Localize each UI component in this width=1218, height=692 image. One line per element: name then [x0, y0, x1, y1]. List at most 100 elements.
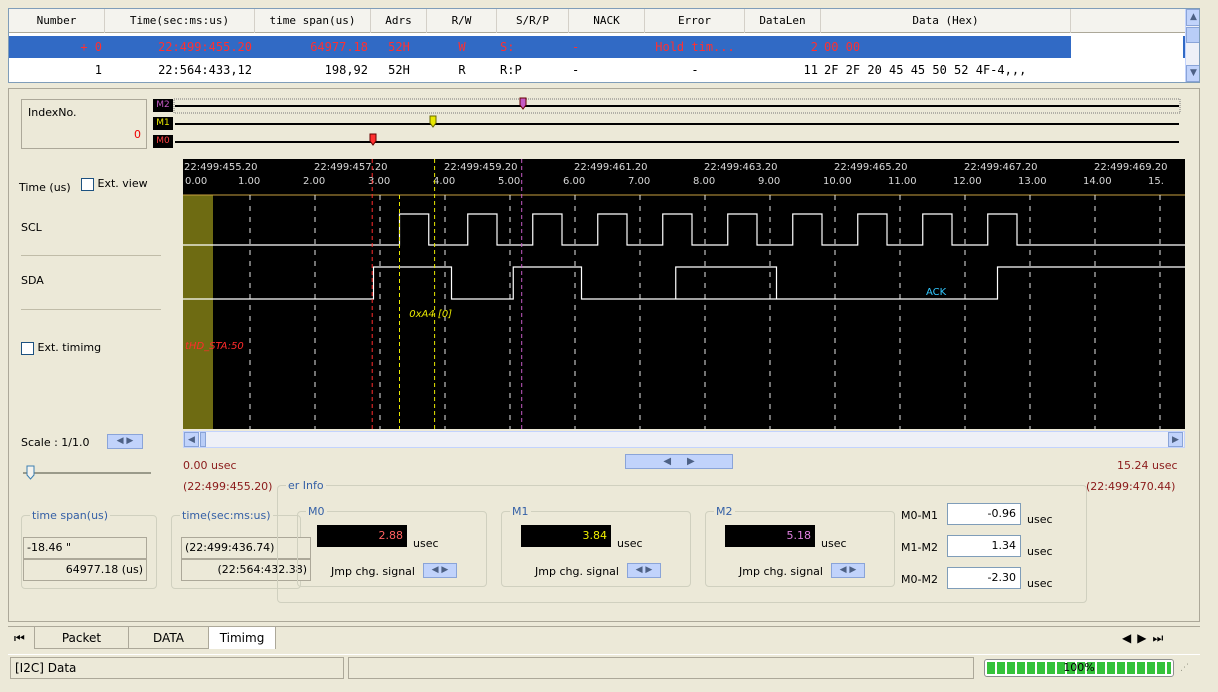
scale-label: Scale : 1/1.0: [21, 436, 90, 449]
sda-waveform-segment: [675, 266, 778, 299]
tab-bar: ⏮ Packet DATA Timimg ◀▶⏭: [8, 626, 1200, 650]
column-header[interactable]: DataLen: [745, 9, 821, 33]
column-header[interactable]: S/R/P: [497, 9, 569, 33]
m1-value: 3.84: [521, 525, 611, 547]
tick-label: 5.00: [498, 176, 520, 187]
waveform-canvas[interactable]: 22:499:455.20 22:499:457.20 22:499:459.20 2…: [183, 159, 1185, 429]
table-cell: 2: [810, 40, 818, 54]
wave-scroll-thumb[interactable]: [200, 432, 206, 447]
marker-m2-label[interactable]: M2: [153, 99, 173, 112]
scroll-right-icon[interactable]: ▶: [1168, 432, 1183, 447]
table-cell: 22:564:433,12: [158, 63, 252, 77]
pan-buttons[interactable]: ◀ ▶: [625, 454, 733, 469]
tick-label: 6.00: [563, 176, 585, 187]
top-time-label: 22:499:467.20: [964, 162, 1038, 173]
range-start-ts: (22:499:455.20): [183, 480, 273, 493]
table-vscrollbar[interactable]: ▲ ▼: [1185, 9, 1199, 82]
resize-grip-icon[interactable]: ⋰: [1180, 663, 1189, 673]
column-header[interactable]: Data (Hex): [821, 9, 1071, 33]
column-header[interactable]: R/W: [427, 9, 497, 33]
time-span-value-1: -18.46 ": [23, 537, 147, 559]
marker-m0-label[interactable]: M0: [153, 135, 173, 148]
m2-handle-icon: [519, 97, 527, 110]
ext-view-label: Ext. view: [97, 177, 148, 190]
tab-nav-icons[interactable]: ◀▶⏭: [1122, 631, 1169, 646]
diff-value: -2.30: [947, 567, 1021, 589]
scroll-left-icon[interactable]: ◀: [184, 432, 199, 447]
tab-data[interactable]: DATA: [128, 627, 208, 649]
ext-view-checkbox-box[interactable]: [81, 177, 94, 191]
diff-value: -0.96: [947, 503, 1021, 525]
sda-label: SDA: [21, 274, 44, 287]
tick-label: 13.00: [1018, 176, 1047, 187]
top-time-label: 22:499:469.20: [1094, 162, 1168, 173]
index-value: 0: [134, 128, 141, 141]
m0-jmp-stepper[interactable]: ◀ ▶: [423, 563, 457, 578]
time-us-label: Time (us): [19, 181, 71, 194]
tick-label: 15.: [1148, 176, 1164, 187]
diff-label: M0-M2: [901, 573, 938, 586]
status-pane: [348, 657, 974, 679]
top-time-label: 22:499:457.20: [314, 162, 388, 173]
marker-info-title: er Info: [288, 479, 324, 492]
tick-label: 10.00: [823, 176, 852, 187]
tab-timing[interactable]: Timimg: [208, 627, 276, 649]
table-cell: Hold tim...: [655, 40, 735, 54]
diff-unit: usec: [1027, 513, 1053, 526]
table-row[interactable]: 1 22:564:433,12 198,92 52H R R:P - - 11 2F 2F 20 …: [9, 59, 1185, 81]
m2-unit: usec: [821, 537, 847, 550]
tab-packet[interactable]: Packet: [34, 627, 128, 649]
column-header[interactable]: time span(us): [255, 9, 371, 33]
hold-time-band: [183, 195, 213, 429]
app-window: Number Time(sec:ms:us) time span(us) Adrs R/…: [0, 0, 1218, 692]
ext-view-checkbox[interactable]: Ext. view: [81, 177, 148, 191]
ext-timing-label: Ext. timimg: [37, 341, 102, 354]
ext-timing-checkbox-box[interactable]: [21, 341, 34, 355]
scale-slider[interactable]: [21, 463, 161, 483]
slider-thumb-icon: [26, 465, 35, 480]
table-header: Number Time(sec:ms:us) time span(us) Adrs R/…: [9, 9, 1185, 33]
table-cell: 64977.18: [310, 40, 368, 54]
index-label: IndexNo.: [28, 106, 77, 119]
table-cell: + 0: [80, 40, 102, 54]
index-box: IndexNo. 0: [21, 99, 147, 149]
top-time-label: 22:499:463.20: [704, 162, 778, 173]
status-bar: [I2C] Data 100% ⋰: [8, 654, 1200, 680]
wave-hscrollbar[interactable]: ◀ ▶: [183, 431, 1185, 448]
m0-value: 2.88: [317, 525, 407, 547]
scroll-down-icon[interactable]: ▼: [1186, 65, 1199, 82]
tick-label: 8.00: [693, 176, 715, 187]
tick-label: 12.00: [953, 176, 982, 187]
first-tab-icon[interactable]: ⏮: [14, 631, 25, 646]
scale-stepper[interactable]: ◀ ▶: [107, 434, 143, 449]
ext-timing-checkbox[interactable]: Ext. timimg: [21, 341, 101, 355]
m2-value: 5.18: [725, 525, 815, 547]
top-time-label: 22:499:459.20: [444, 162, 518, 173]
table-cell: R:P: [500, 63, 522, 77]
table-row-selected[interactable]: + 0 22:499:455.20 64977.18 52H W S: - Hold tim.…: [9, 36, 1185, 58]
column-header[interactable]: Error: [645, 9, 745, 33]
time-label: time(sec:ms:us): [182, 509, 271, 522]
marker-m1-label[interactable]: M1: [153, 117, 173, 130]
column-header[interactable]: Adrs: [371, 9, 427, 33]
waveform-view[interactable]: 22:499:455.20 22:499:457.20 22:499:459.20 2…: [183, 159, 1185, 429]
column-header[interactable]: Time(sec:ms:us): [105, 9, 255, 33]
divider: [21, 309, 161, 310]
scroll-thumb[interactable]: [1186, 27, 1199, 43]
marker-track[interactable]: [173, 97, 1183, 151]
scl-waveform: [183, 213, 1185, 246]
column-header[interactable]: NACK: [569, 9, 645, 33]
range-end-ts: (22:499:470.44): [1086, 480, 1176, 493]
m2-jmp-stepper[interactable]: ◀ ▶: [831, 563, 865, 578]
column-header[interactable]: Number: [9, 9, 105, 33]
table-cell: 52H: [388, 63, 410, 77]
m1-jmp-stepper[interactable]: ◀ ▶: [627, 563, 661, 578]
tick-label: 0.00: [185, 176, 207, 187]
tick-label: 2.00: [303, 176, 325, 187]
tick-label: 7.00: [628, 176, 650, 187]
scroll-up-icon[interactable]: ▲: [1186, 9, 1199, 26]
sda-waveform: [183, 266, 1185, 300]
time-span-label: time span(us): [32, 509, 109, 522]
top-time-label: 22:499:465.20: [834, 162, 908, 173]
packet-table[interactable]: Number Time(sec:ms:us) time span(us) Adrs R/…: [8, 8, 1200, 83]
